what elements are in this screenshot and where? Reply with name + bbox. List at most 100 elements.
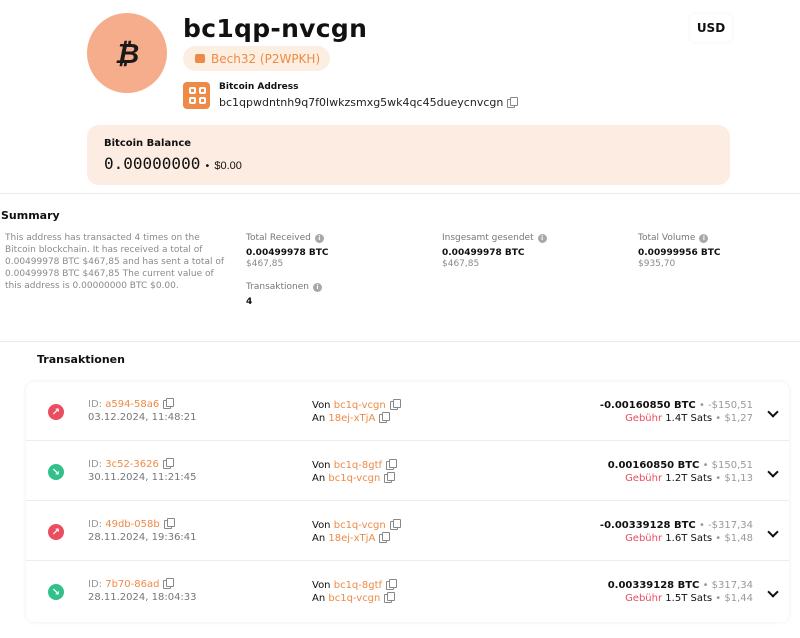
address-text: bc1qpwdntnh9q7f0lwkzsmxg5wk4qc45dueycnvc…: [219, 96, 504, 109]
stat-total-received: Total Received i 0.00499978 BTC $467,85: [246, 233, 329, 269]
info-icon[interactable]: i: [313, 282, 322, 292]
chevron-down-icon[interactable]: [767, 466, 779, 478]
balance-value: 0.00000000 • $0.00: [104, 154, 242, 173]
tx-from-link[interactable]: bc1q-8gtf: [334, 460, 382, 471]
tx-fee-fiat: • $1,27: [715, 413, 753, 424]
balance-fiat: $0.00: [214, 160, 242, 172]
tx-amount: 0.00339128 BTC • $317,34 Gebühr 1.5T Sat…: [608, 579, 753, 605]
stat-label: Total Volume: [638, 233, 696, 243]
info-icon[interactable]: i: [537, 233, 547, 243]
tx-to-link[interactable]: bc1q-vcgn: [328, 593, 380, 604]
copy-icon[interactable]: [379, 531, 391, 543]
tx-date: 30.11.2024, 11:21:45: [88, 472, 197, 483]
balance-btc: 0.00000000: [104, 154, 201, 173]
transactions-title: Transaktionen: [37, 353, 125, 366]
tx-id: ID: 7b70-86ad: [88, 577, 175, 590]
tx-id-link[interactable]: 7b70-86ad: [105, 579, 159, 590]
copy-icon[interactable]: [507, 96, 519, 108]
wallet-icon: [195, 54, 205, 63]
tx-from-link[interactable]: bc1q-vcgn: [334, 520, 386, 531]
tx-fiat: • $150,51: [702, 460, 753, 471]
tx-date: 03.12.2024, 11:48:21: [88, 412, 197, 423]
bitcoin-icon: ₿: [114, 36, 140, 70]
copy-icon[interactable]: [386, 578, 398, 590]
stat-total-volume: Total Volume i 0.00999956 BTC $935,70: [638, 233, 721, 269]
stat-sub: $467,85: [442, 259, 480, 269]
chevron-down-icon[interactable]: [767, 406, 779, 418]
tx-date: 28.11.2024, 18:04:33: [88, 592, 197, 603]
tx-amount: -0.00160850 BTC • -$150,51 Gebühr 1.4T S…: [600, 399, 753, 425]
tx-fee-label: Gebühr: [625, 593, 663, 604]
tx-to-link[interactable]: bc1q-vcgn: [328, 473, 380, 484]
tx-fee: 1.2T Sats: [665, 473, 713, 484]
tx-fee-label: Gebühr: [625, 413, 663, 424]
stat-total-sent: Insgesamt gesendet i 0.00499978 BTC $467,…: [442, 233, 547, 269]
address-label: Bitcoin Address: [219, 82, 299, 92]
transaction-row[interactable]: ↘ ID: 3c52-3626 30.11.2024, 11:21:45 Von…: [26, 442, 789, 501]
copy-icon[interactable]: [162, 457, 174, 469]
qr-code-button[interactable]: [183, 82, 210, 109]
tx-id-link[interactable]: a594-58a6: [105, 399, 159, 410]
tx-btc: -0.00339128 BTC: [599, 520, 696, 531]
stat-transactions: Transaktionen i 4: [246, 282, 322, 307]
copy-icon[interactable]: [384, 471, 396, 483]
tx-from-link[interactable]: bc1q-8gtf: [334, 580, 382, 591]
copy-icon[interactable]: [379, 411, 391, 423]
tx-fee-fiat: • $1,48: [715, 533, 753, 544]
transactions-list: ↗ ID: a594-58a6 03.12.2024, 11:48:21 Von…: [26, 382, 789, 622]
copy-icon[interactable]: [389, 518, 401, 530]
stat-label: Insgesamt gesendet: [442, 233, 534, 243]
tx-parties: Von bc1q-8gtf An bc1q-vcgn: [312, 458, 398, 485]
summary-text: This address has transacted 4 times on t…: [5, 233, 224, 291]
stat-sub: $467,85: [246, 259, 284, 269]
balance-card: Bitcoin Balance 0.00000000 • $0.00: [87, 125, 730, 185]
address-full: bc1qpwdntnh9q7f0lwkzsmxg5wk4qc45dueycnvc…: [219, 96, 519, 109]
address-header: ₿ bc1qp-nvcgn Bech32 (P2WPKH) Bitcoin Ad…: [0, 0, 800, 194]
tx-fiat: • -$150,51: [698, 400, 753, 411]
copy-icon[interactable]: [384, 591, 396, 603]
summary-title: Summary: [1, 209, 60, 222]
tx-fee-label: Gebühr: [625, 533, 663, 544]
tx-fee: 1.5T Sats: [665, 593, 713, 604]
copy-icon[interactable]: [386, 458, 398, 470]
info-icon[interactable]: i: [314, 233, 324, 243]
transaction-row[interactable]: ↘ ID: 7b70-86ad 28.11.2024, 18:04:33 Von…: [26, 562, 789, 621]
tx-id-link[interactable]: 3c52-3626: [105, 459, 159, 470]
copy-icon[interactable]: [163, 397, 175, 409]
tx-fee-label: Gebühr: [625, 473, 663, 484]
tx-fee: 1.6T Sats: [665, 533, 713, 544]
chevron-down-icon[interactable]: [767, 526, 779, 538]
page-title: bc1qp-nvcgn: [183, 14, 368, 43]
stat-value: 0.00999956 BTC: [638, 248, 721, 258]
tx-parties: Von bc1q-8gtf An bc1q-vcgn: [312, 578, 398, 605]
outgoing-arrow-icon: ↗: [48, 524, 64, 540]
tx-amount: 0.00160850 BTC • $150,51 Gebühr 1.2T Sat…: [608, 459, 753, 485]
tx-btc: 0.00339128 BTC: [607, 580, 700, 591]
tx-id-link[interactable]: 49db-058b: [105, 519, 159, 530]
currency-selector[interactable]: USD: [690, 14, 732, 42]
tx-fee-fiat: • $1,13: [715, 473, 753, 484]
qr-icon: [189, 87, 196, 94]
bitcoin-avatar: ₿: [87, 13, 167, 93]
outgoing-arrow-icon: ↗: [48, 404, 64, 420]
chevron-down-icon[interactable]: [767, 586, 779, 598]
tx-fee: 1.4T Sats: [665, 413, 713, 424]
copy-icon[interactable]: [163, 577, 175, 589]
tx-btc: -0.00160850 BTC: [599, 400, 696, 411]
tx-id: ID: 3c52-3626: [88, 457, 174, 470]
tx-amount: -0.00339128 BTC • -$317,34 Gebühr 1.6T S…: [600, 519, 753, 545]
tx-fiat: • $317,34: [702, 580, 753, 591]
transaction-row[interactable]: ↗ ID: 49db-058b 28.11.2024, 19:36:41 Von…: [26, 502, 789, 561]
tx-to-link[interactable]: 18ej-xTjA: [328, 533, 375, 544]
tx-fee-fiat: • $1,44: [715, 593, 753, 604]
copy-icon[interactable]: [389, 398, 401, 410]
tx-parties: Von bc1q-vcgn An 18ej-xTjA: [312, 398, 401, 425]
balance-label: Bitcoin Balance: [104, 138, 192, 149]
tx-to-link[interactable]: 18ej-xTjA: [328, 413, 375, 424]
tx-id: ID: 49db-058b: [88, 517, 175, 530]
transaction-row[interactable]: ↗ ID: a594-58a6 03.12.2024, 11:48:21 Von…: [26, 382, 789, 441]
info-icon[interactable]: i: [699, 233, 709, 243]
tx-from-link[interactable]: bc1q-vcgn: [334, 400, 386, 411]
incoming-arrow-icon: ↘: [48, 464, 64, 480]
copy-icon[interactable]: [163, 517, 175, 529]
